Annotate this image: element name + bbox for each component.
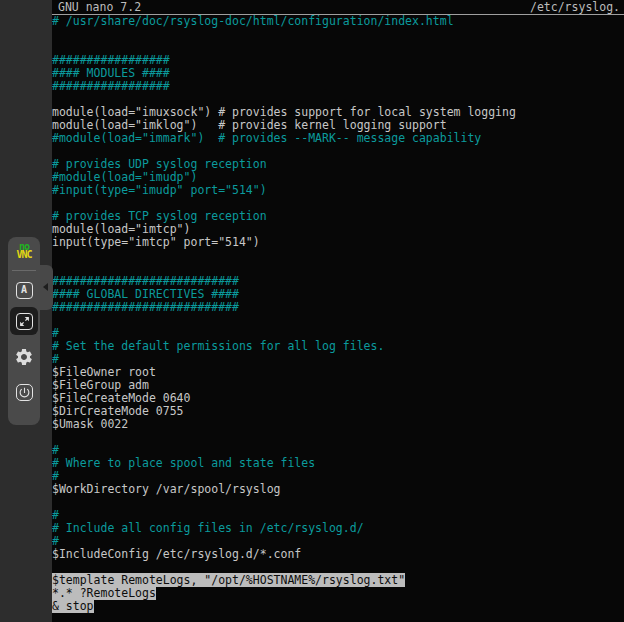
terminal-line: $IncludeConfig /etc/rsyslog.d/*.conf	[52, 548, 624, 561]
terminal-line: # Include all config files in /etc/rsysl…	[52, 522, 624, 535]
power-icon	[16, 384, 33, 401]
terminal-line: input(type="imtcp" port="514")	[52, 236, 624, 249]
terminal-line	[52, 28, 624, 41]
nano-title-bar: GNU nano 7.2 /etc/rsyslog.	[52, 0, 624, 15]
terminal-line: # /usr/share/doc/rsyslog-doc/html/config…	[52, 15, 624, 28]
terminal-line: $WorkDirectory /var/spool/rsyslog	[52, 483, 624, 496]
terminal-line: #################	[52, 80, 624, 93]
terminal[interactable]: GNU nano 7.2 /etc/rsyslog. # /usr/share/…	[52, 0, 624, 622]
novnc-control-panel: no VNC A	[8, 237, 40, 425]
fullscreen-icon	[16, 313, 33, 330]
terminal-line: *.* ?RemoteLogs	[52, 587, 624, 600]
novnc-logo: no VNC	[8, 243, 40, 259]
collapse-left-arrow-icon	[43, 283, 48, 291]
terminal-line: $Umask 0022	[52, 418, 624, 431]
terminal-line: ###########################	[52, 301, 624, 314]
terminal-line: & stop	[52, 600, 624, 613]
nano-version: GNU nano 7.2	[58, 0, 141, 14]
settings-button[interactable]	[10, 343, 38, 371]
terminal-line: #input(type="imudp" port="514")	[52, 184, 624, 197]
gear-icon	[14, 347, 34, 367]
panel-collapse-handle[interactable]	[40, 265, 53, 310]
novnc-sidebar: no VNC A	[0, 0, 52, 622]
terminal-line	[52, 431, 624, 444]
panel-separator	[12, 270, 36, 271]
terminal-line: # Set the default permissions for all lo…	[52, 340, 624, 353]
terminal-line	[52, 314, 624, 327]
terminal-line: $DirCreateMode 0755	[52, 405, 624, 418]
terminal-lines: # /usr/share/doc/rsyslog-doc/html/config…	[52, 15, 624, 613]
terminal-line: # Where to place spool and state files	[52, 457, 624, 470]
terminal-line	[52, 249, 624, 262]
nano-filename: /etc/rsyslog.	[530, 0, 620, 14]
extra-keys-button[interactable]: A	[10, 276, 38, 304]
fullscreen-button[interactable]	[10, 307, 38, 335]
keyboard-a-icon: A	[16, 282, 33, 299]
terminal-line: #module(load="immark") # provides --MARK…	[52, 132, 624, 145]
terminal-line	[52, 496, 624, 509]
disconnect-button[interactable]	[10, 378, 38, 406]
